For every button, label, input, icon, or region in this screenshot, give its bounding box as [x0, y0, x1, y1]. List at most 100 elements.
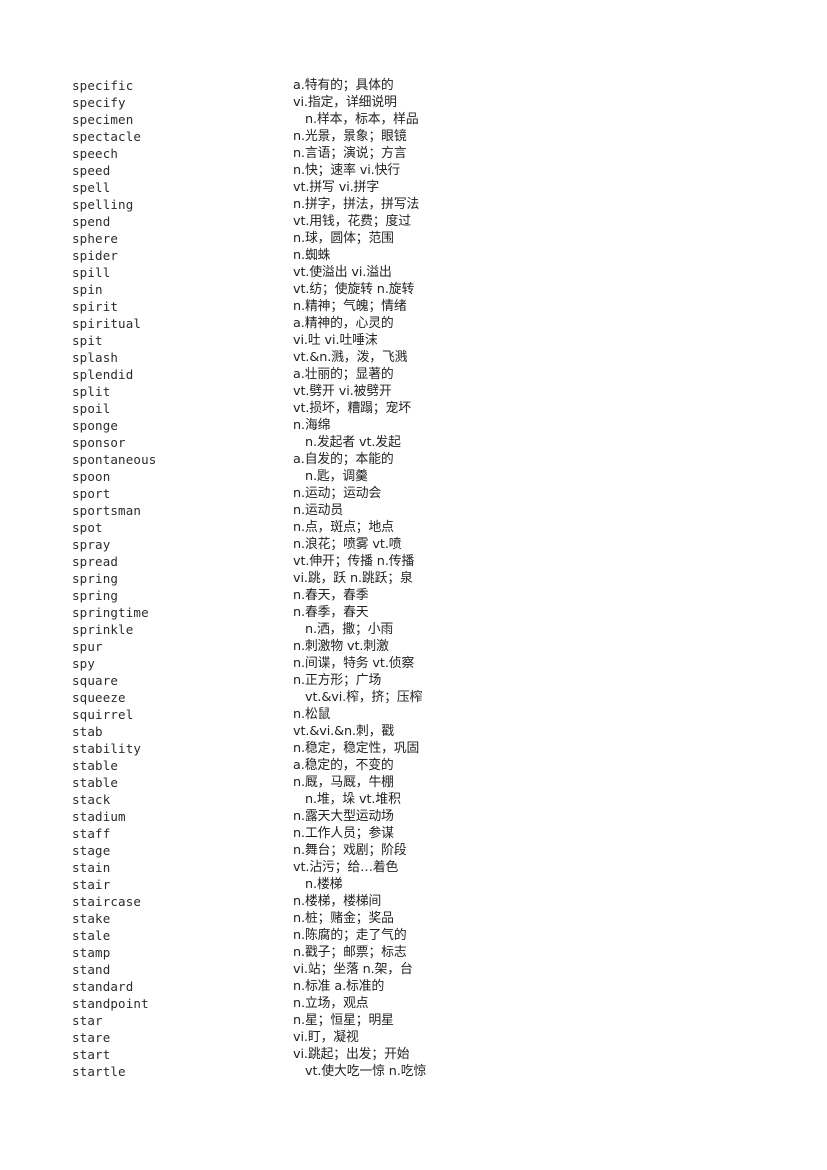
vocabulary-word: sportsman — [72, 503, 142, 518]
vocabulary-definition: n.松鼠 — [293, 707, 331, 722]
vocabulary-definition: vt.用钱，花费；度过 — [293, 214, 411, 229]
vocabulary-definition: vt.&vi.榨，挤；压榨 — [305, 690, 423, 705]
vocabulary-word: start — [72, 1047, 111, 1062]
vocabulary-word: spray — [72, 537, 111, 552]
vocabulary-word: sponge — [72, 418, 119, 433]
vocabulary-definition: vt.使溢出 vi.溢出 — [293, 265, 392, 280]
vocabulary-definition: vt.损坏，糟蹋；宠坏 — [293, 401, 411, 416]
vocabulary-word: spoil — [72, 401, 111, 416]
vocabulary-word: stale — [72, 928, 111, 943]
vocabulary-definition: vi.站；坐落 n.架，台 — [293, 962, 413, 977]
vocabulary-word: springtime — [72, 605, 149, 620]
vocabulary-word: speech — [72, 146, 119, 161]
vocabulary-row: sprinkle n.洒，撒；小雨 — [72, 621, 492, 638]
vocabulary-word: stage — [72, 843, 111, 858]
vocabulary-row: sponge n.海绵 — [72, 417, 492, 434]
vocabulary-row: stack n.堆，垛 vt.堆积 — [72, 791, 492, 808]
vocabulary-definition: n.点，斑点；地点 — [293, 520, 394, 535]
vocabulary-definition: n.样本，标本，样品 — [305, 112, 419, 127]
vocabulary-word: specify — [72, 95, 126, 110]
vocabulary-row: splash vt.&n.溅，泼，飞溅 — [72, 349, 492, 366]
vocabulary-definition: vi.跳，跃 n.跳跃；泉 — [293, 571, 413, 586]
vocabulary-definition: vt.&n.溅，泼，飞溅 — [293, 350, 408, 365]
vocabulary-row: sportsman n.运动员 — [72, 502, 492, 519]
vocabulary-row: sphere n.球，圆体；范围 — [72, 230, 492, 247]
vocabulary-definition: a.稳定的，不变的 — [293, 758, 394, 773]
vocabulary-row: spelling n.拼字，拼法，拼写法 — [72, 196, 492, 213]
vocabulary-word: splash — [72, 350, 119, 365]
vocabulary-definition: vt.沾污；给…着色 — [293, 860, 399, 875]
vocabulary-word: stake — [72, 911, 111, 926]
vocabulary-word: standpoint — [72, 996, 149, 1011]
vocabulary-word: star — [72, 1013, 103, 1028]
vocabulary-definition: vt.伸开；传播 n.传播 — [293, 554, 415, 569]
vocabulary-row: stab vt.&vi.&n.刺，戳 — [72, 723, 492, 740]
vocabulary-row: spy n.间谍，特务 vt.侦察 — [72, 655, 492, 672]
vocabulary-row: stability n.稳定，稳定性，巩固 — [72, 740, 492, 757]
vocabulary-word: stare — [72, 1030, 111, 1045]
vocabulary-definition: n.刺激物 vt.刺激 — [293, 639, 389, 654]
vocabulary-row: squeeze vt.&vi.榨，挤；压榨 — [72, 689, 492, 706]
vocabulary-row: stale n.陈腐的；走了气的 — [72, 927, 492, 944]
vocabulary-word: spoon — [72, 469, 111, 484]
vocabulary-definition: vt.拼写 vi.拼字 — [293, 180, 380, 195]
vocabulary-definition: a.自发的；本能的 — [293, 452, 394, 467]
vocabulary-row: spring n.春天，春季 — [72, 587, 492, 604]
vocabulary-row: splendid a.壮丽的；显著的 — [72, 366, 492, 383]
vocabulary-word: spiritual — [72, 316, 142, 331]
vocabulary-definition: n.运动员 — [293, 503, 344, 518]
vocabulary-row: spot n.点，斑点；地点 — [72, 519, 492, 536]
vocabulary-definition: a.精神的，心灵的 — [293, 316, 394, 331]
vocabulary-word: spell — [72, 180, 111, 195]
vocabulary-definition: n.露天大型运动场 — [293, 809, 394, 824]
vocabulary-definition: n.春季，春天 — [293, 605, 369, 620]
vocabulary-word: spectacle — [72, 129, 142, 144]
vocabulary-word: spread — [72, 554, 119, 569]
vocabulary-definition: n.发起者 vt.发起 — [305, 435, 401, 450]
vocabulary-word: stab — [72, 724, 103, 739]
vocabulary-definition: a.壮丽的；显著的 — [293, 367, 394, 382]
vocabulary-row: spill vt.使溢出 vi.溢出 — [72, 264, 492, 281]
vocabulary-row: spoil vt.损坏，糟蹋；宠坏 — [72, 400, 492, 417]
vocabulary-row: squirrel n.松鼠 — [72, 706, 492, 723]
vocabulary-row: stamp n.戳子；邮票；标志 — [72, 944, 492, 961]
vocabulary-definition: n.拼字，拼法，拼写法 — [293, 197, 420, 212]
vocabulary-definition: n.星；恒星；明星 — [293, 1013, 394, 1028]
vocabulary-row: standard n.标准 a.标准的 — [72, 978, 492, 995]
vocabulary-word: sprinkle — [72, 622, 134, 637]
vocabulary-word: stability — [72, 741, 142, 756]
vocabulary-row: stain vt.沾污；给…着色 — [72, 859, 492, 876]
vocabulary-definition: n.蜘蛛 — [293, 248, 331, 263]
vocabulary-definition: vt.&vi.&n.刺，戳 — [293, 724, 395, 739]
vocabulary-row: speed n.快；速率 vi.快行 — [72, 162, 492, 179]
vocabulary-word: spy — [72, 656, 96, 671]
vocabulary-row: stage n.舞台；戏剧；阶段 — [72, 842, 492, 859]
vocabulary-word: stair — [72, 877, 111, 892]
vocabulary-word: stand — [72, 962, 111, 977]
vocabulary-row: spontaneous a.自发的；本能的 — [72, 451, 492, 468]
vocabulary-definition: n.工作人员；参谋 — [293, 826, 394, 841]
vocabulary-word: spontaneous — [72, 452, 157, 467]
vocabulary-definition: vi.跳起；出发；开始 — [293, 1047, 410, 1062]
vocabulary-word: split — [72, 384, 111, 399]
vocabulary-word: startle — [72, 1064, 126, 1079]
vocabulary-row: springtime n.春季，春天 — [72, 604, 492, 621]
vocabulary-word: stain — [72, 860, 111, 875]
document-page: specific a.特有的；具体的 specify vi.指定，详细说明 specim… — [0, 0, 827, 1170]
vocabulary-word: squeeze — [72, 690, 126, 705]
vocabulary-definition: n.匙，调羹 — [305, 469, 368, 484]
vocabulary-row: stair n.楼梯 — [72, 876, 492, 893]
vocabulary-definition: n.言语；演说；方言 — [293, 146, 407, 161]
vocabulary-word: spring — [72, 588, 119, 603]
vocabulary-word: spill — [72, 265, 111, 280]
vocabulary-definition: n.浪花；喷雾 vt.喷 — [293, 537, 402, 552]
vocabulary-word: spot — [72, 520, 103, 535]
vocabulary-word: spin — [72, 282, 103, 297]
vocabulary-word: stamp — [72, 945, 111, 960]
vocabulary-word: staircase — [72, 894, 142, 909]
vocabulary-word: stable — [72, 758, 119, 773]
vocabulary-row: spirit n.精神；气魄；情绪 — [72, 298, 492, 315]
vocabulary-word: splendid — [72, 367, 134, 382]
vocabulary-definition: n.标准 a.标准的 — [293, 979, 385, 994]
vocabulary-row: spray n.浪花；喷雾 vt.喷 — [72, 536, 492, 553]
